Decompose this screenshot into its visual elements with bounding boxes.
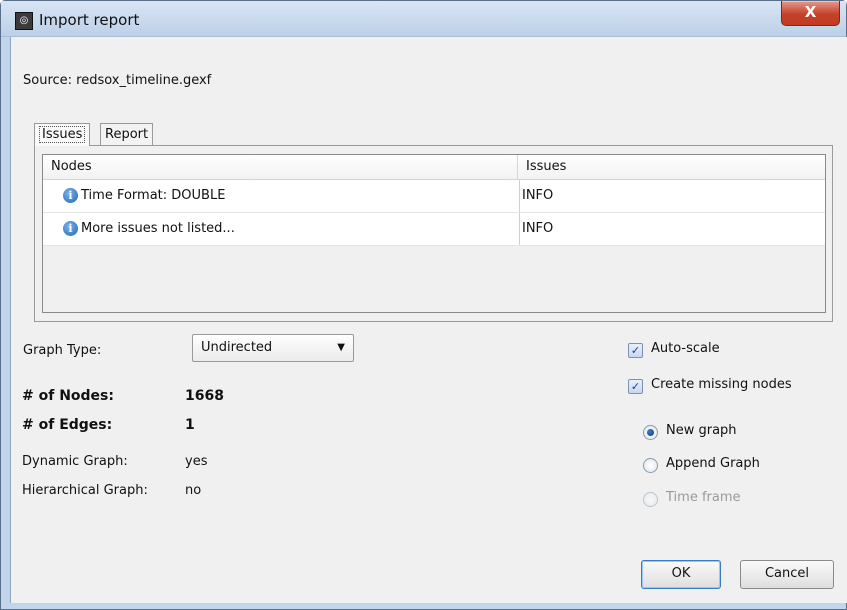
issue-cell: INFO (522, 221, 554, 236)
source-label: Source: (23, 73, 73, 88)
cancel-button[interactable]: Cancel (740, 560, 834, 589)
close-button[interactable]: X (781, 1, 840, 26)
new-graph-label[interactable]: New graph (666, 423, 737, 438)
info-icon: i (63, 221, 78, 236)
issues-panel: Nodes Issues i Time Format: DOUBLE INFO i… (34, 145, 833, 322)
auto-scale-checkbox[interactable]: ✓ (628, 343, 643, 358)
tab-issues-label: Issues (39, 126, 86, 143)
nodes-count-label: # of Nodes: (22, 388, 114, 404)
node-text: More issues not listed... (81, 221, 235, 236)
title-bar[interactable]: ◎ Import report X (1, 1, 846, 37)
hierarchical-graph-value: no (185, 483, 202, 498)
append-graph-radio[interactable] (643, 458, 658, 473)
issues-table: Nodes Issues i Time Format: DOUBLE INFO i… (42, 154, 826, 313)
nodes-count-value: 1668 (185, 388, 224, 404)
edges-count-label: # of Edges: (22, 417, 113, 433)
node-cell: i More issues not listed... (63, 213, 520, 245)
node-cell: i Time Format: DOUBLE (63, 180, 520, 212)
table-row[interactable]: i Time Format: DOUBLE INFO (43, 180, 825, 213)
ok-button[interactable]: OK (641, 560, 721, 589)
tab-report-label: Report (105, 127, 149, 142)
create-missing-nodes-label[interactable]: Create missing nodes (651, 377, 792, 392)
column-header-issues[interactable]: Issues (518, 155, 826, 179)
time-frame-radio (643, 492, 658, 507)
column-header-nodes[interactable]: Nodes (43, 155, 518, 179)
chevron-down-icon: ▼ (337, 342, 345, 353)
auto-scale-label[interactable]: Auto-scale (651, 341, 720, 356)
table-header: Nodes Issues (43, 155, 825, 180)
append-graph-label[interactable]: Append Graph (666, 456, 760, 471)
create-missing-nodes-checkbox[interactable]: ✓ (628, 379, 643, 394)
new-graph-radio[interactable] (643, 425, 658, 440)
table-row[interactable]: i More issues not listed... INFO (43, 213, 825, 246)
edges-count-value: 1 (185, 417, 195, 433)
import-report-window: ◎ Import report X Source: redsox_timelin… (0, 0, 847, 610)
app-icon: ◎ (15, 12, 33, 30)
dynamic-graph-value: yes (185, 454, 208, 469)
dynamic-graph-label: Dynamic Graph: (22, 454, 128, 469)
hierarchical-graph-label: Hierarchical Graph: (22, 483, 148, 498)
tab-report[interactable]: Report (100, 123, 154, 146)
tab-issues[interactable]: Issues (34, 123, 91, 146)
graph-type-label: Graph Type: (23, 343, 102, 358)
time-frame-label: Time frame (666, 490, 741, 505)
source-line: Source: redsox_timeline.gexf (23, 73, 211, 88)
issue-cell: INFO (522, 188, 554, 203)
graph-type-select[interactable]: Undirected ▼ (192, 334, 354, 362)
window-title: Import report (39, 11, 140, 29)
node-text: Time Format: DOUBLE (81, 188, 226, 203)
source-file: redsox_timeline.gexf (76, 73, 212, 88)
graph-type-value: Undirected (201, 340, 273, 355)
info-icon: i (63, 188, 78, 203)
dialog-content: Source: redsox_timeline.gexf Issues Repo… (10, 37, 847, 603)
